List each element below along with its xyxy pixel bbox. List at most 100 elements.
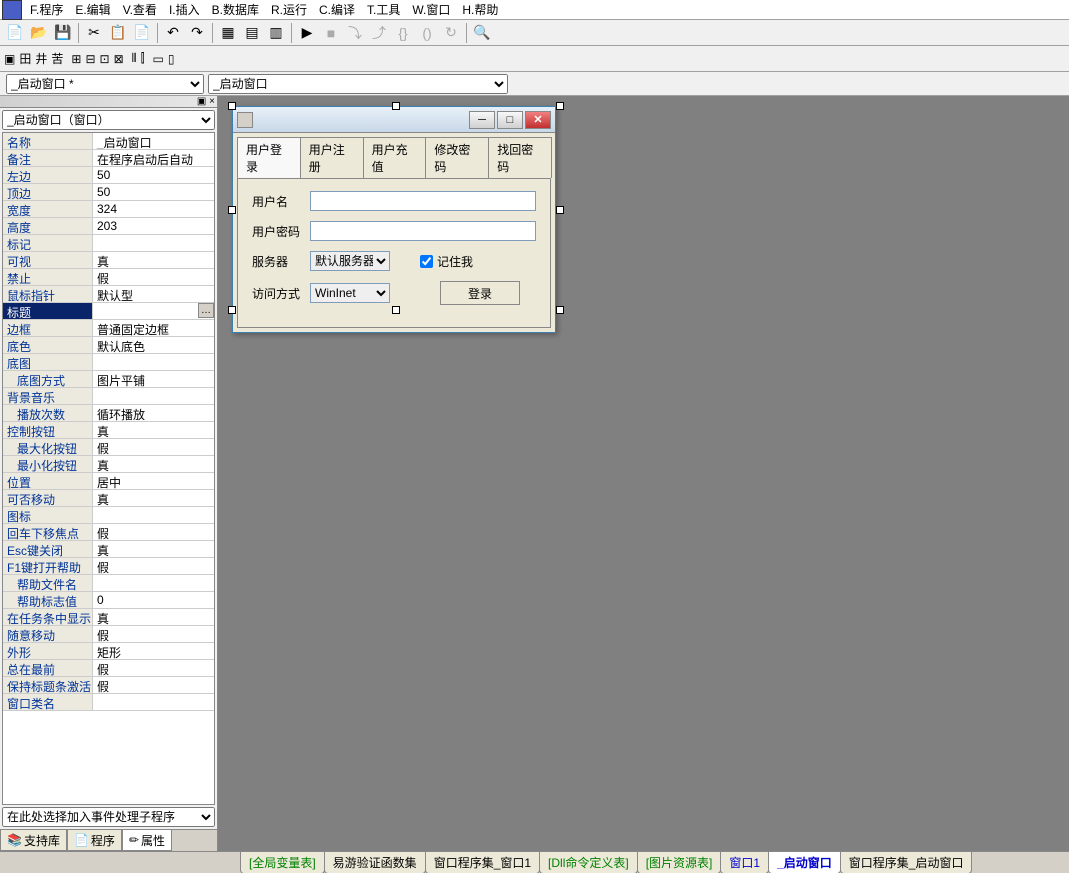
editor-tab[interactable]: 窗口1	[720, 852, 769, 873]
login-button[interactable]: 登录	[440, 281, 520, 305]
prop-value[interactable]: 324	[93, 201, 214, 217]
prop-row[interactable]: 可视真	[3, 252, 214, 269]
panel2-icon[interactable]: ▤	[241, 22, 263, 44]
stop-icon[interactable]: ■	[320, 22, 342, 44]
prop-value[interactable]	[93, 354, 214, 370]
menu-program[interactable]: F.程序	[30, 1, 63, 18]
prop-value[interactable]: 假	[93, 660, 214, 676]
prop-row[interactable]: 窗口类名	[3, 694, 214, 711]
redo-icon[interactable]: ↷	[186, 22, 208, 44]
form-designer[interactable]: ─ □ ✕ 用户登录 用户注册 用户充值 修改密码 找回密码 用户名	[232, 106, 556, 333]
object-combo-1[interactable]: _启动窗口 *	[6, 74, 204, 94]
prop-row[interactable]: 随意移动假	[3, 626, 214, 643]
prop-value[interactable]	[93, 507, 214, 523]
prop-value[interactable]: 真	[93, 490, 214, 506]
prop-row[interactable]: 底色默认底色	[3, 337, 214, 354]
prop-row[interactable]: 左边50	[3, 167, 214, 184]
tab-register[interactable]: 用户注册	[300, 137, 364, 178]
new-icon[interactable]: 📄	[4, 22, 26, 44]
prop-value[interactable]: 假	[93, 558, 214, 574]
undo-icon[interactable]: ↶	[162, 22, 184, 44]
align6-icon[interactable]: ⊟	[85, 52, 95, 66]
step3-icon[interactable]: {}	[392, 22, 414, 44]
ellipsis-button[interactable]: …	[198, 303, 214, 318]
prop-row[interactable]: 备注在程序启动后自动	[3, 150, 214, 167]
menu-help[interactable]: H.帮助	[462, 1, 498, 18]
prop-row[interactable]: 帮助标志值0	[3, 592, 214, 609]
prop-row[interactable]: 播放次数循环播放	[3, 405, 214, 422]
editor-tab[interactable]: [Dll命令定义表]	[539, 852, 638, 873]
prop-value[interactable]: 假	[93, 439, 214, 455]
tab-login[interactable]: 用户登录	[237, 137, 301, 178]
tab-changepw[interactable]: 修改密码	[425, 137, 489, 178]
align5-icon[interactable]: ⊞	[71, 52, 81, 66]
tab-findpw[interactable]: 找回密码	[488, 137, 552, 178]
prop-row[interactable]: 边框普通固定边框	[3, 320, 214, 337]
menu-database[interactable]: B.数据库	[212, 1, 259, 18]
menu-edit[interactable]: E.编辑	[75, 1, 110, 18]
editor-tab[interactable]: [全局变量表]	[240, 852, 325, 873]
tab-support-lib[interactable]: 📚 支持库	[0, 830, 67, 851]
prop-value[interactable]	[93, 694, 214, 710]
prop-value[interactable]: 普通固定边框	[93, 320, 214, 336]
prop-row[interactable]: 总在最前假	[3, 660, 214, 677]
close-button[interactable]: ✕	[525, 111, 551, 129]
component-select[interactable]: _启动窗口（窗口）	[2, 110, 215, 130]
prop-row[interactable]: Esc键关闭真	[3, 541, 214, 558]
access-select[interactable]: WinInet	[310, 283, 390, 303]
find-icon[interactable]: 🔍	[471, 22, 493, 44]
step5-icon[interactable]: ↻	[440, 22, 462, 44]
prop-row[interactable]: 在任务条中显示真	[3, 609, 214, 626]
prop-row[interactable]: 禁止假	[3, 269, 214, 286]
prop-value[interactable]	[93, 575, 214, 591]
prop-value[interactable]: 203	[93, 218, 214, 234]
prop-row[interactable]: 最小化按钮真	[3, 456, 214, 473]
paste-icon[interactable]: 📄	[131, 22, 153, 44]
prop-row[interactable]: 外形矩形	[3, 643, 214, 660]
prop-value[interactable]: 0	[93, 592, 214, 608]
prop-row[interactable]: 帮助文件名	[3, 575, 214, 592]
property-grid[interactable]: 名称_启动窗口备注在程序启动后自动左边50顶边50宽度324高度203标记可视真…	[2, 132, 215, 805]
prop-value[interactable]: 在程序启动后自动	[93, 150, 214, 166]
event-select[interactable]: 在此处选择加入事件处理子程序	[2, 807, 215, 827]
prop-row[interactable]: 标题…	[3, 303, 214, 320]
remember-checkbox[interactable]	[420, 255, 433, 268]
align9-icon[interactable]: ⫴	[132, 51, 137, 66]
minimize-button[interactable]: ─	[469, 111, 495, 129]
prop-value[interactable]: 真	[93, 541, 214, 557]
prop-row[interactable]: 底图	[3, 354, 214, 371]
prop-row[interactable]: F1键打开帮助假	[3, 558, 214, 575]
panel1-icon[interactable]: ▦	[217, 22, 239, 44]
save-icon[interactable]: 💾	[52, 22, 74, 44]
editor-tab[interactable]: 窗口程序集_窗口1	[425, 852, 540, 873]
align1-icon[interactable]: ▣	[4, 52, 15, 66]
prop-value[interactable]: 真	[93, 609, 214, 625]
prop-value[interactable]: 50	[93, 167, 214, 183]
align2-icon[interactable]: 田	[19, 50, 31, 67]
prop-row[interactable]: 名称_启动窗口	[3, 133, 214, 150]
prop-value[interactable]: 图片平铺	[93, 371, 214, 387]
menu-window[interactable]: W.窗口	[412, 1, 450, 18]
form-titlebar[interactable]: ─ □ ✕	[233, 107, 555, 133]
panel-close-icon[interactable]: ▣ ×	[197, 96, 215, 107]
prop-value[interactable]	[93, 235, 214, 251]
prop-row[interactable]: 最大化按钮假	[3, 439, 214, 456]
prop-value[interactable]: 假	[93, 524, 214, 540]
step4-icon[interactable]: ()	[416, 22, 438, 44]
prop-row[interactable]: 背景音乐	[3, 388, 214, 405]
editor-tab[interactable]: _启动窗口	[768, 852, 841, 873]
align11-icon[interactable]: ▭	[153, 52, 164, 66]
prop-row[interactable]: 保持标题条激活假	[3, 677, 214, 694]
align4-icon[interactable]: 苦	[51, 50, 63, 67]
align7-icon[interactable]: ⊡	[100, 52, 110, 66]
prop-row[interactable]: 宽度324	[3, 201, 214, 218]
prop-row[interactable]: 鼠标指针默认型	[3, 286, 214, 303]
menu-view[interactable]: V.查看	[123, 1, 157, 18]
form-window[interactable]: ─ □ ✕ 用户登录 用户注册 用户充值 修改密码 找回密码 用户名	[232, 106, 556, 333]
panel3-icon[interactable]: ▥	[265, 22, 287, 44]
menu-tools[interactable]: T.工具	[367, 1, 400, 18]
menu-insert[interactable]: I.插入	[169, 1, 200, 18]
prop-value[interactable]: 矩形	[93, 643, 214, 659]
prop-row[interactable]: 高度203	[3, 218, 214, 235]
step2-icon[interactable]: ⤴	[368, 22, 390, 44]
